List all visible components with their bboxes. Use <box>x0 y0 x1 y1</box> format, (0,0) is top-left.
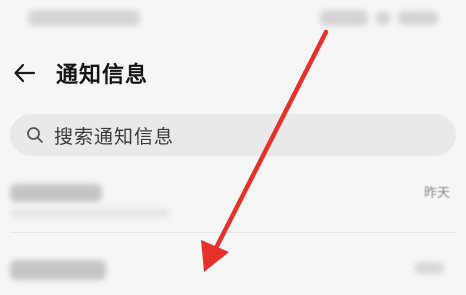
battery-icon <box>398 11 438 25</box>
list-item-time: 昨天 <box>423 186 450 201</box>
page-title: 通知信息 <box>56 63 149 88</box>
divider <box>10 232 456 233</box>
search-icon <box>27 127 43 143</box>
list-item-subtitle-blurred <box>10 208 170 218</box>
notification-screen: 通知信息 搜索通知信息 昨天 <box>0 0 466 295</box>
back-button[interactable] <box>8 56 42 90</box>
arrow-left-icon <box>14 63 36 83</box>
page-header: 通知信息 <box>0 48 466 96</box>
list-item-title-blurred <box>10 260 106 280</box>
status-bar <box>0 0 466 36</box>
list-item[interactable]: 昨天 <box>0 172 466 232</box>
status-bar-left-blurred <box>28 10 140 26</box>
status-bar-indicators-blurred <box>320 10 368 26</box>
list-item-time-blurred <box>414 262 444 274</box>
list-item-title-blurred <box>10 184 102 202</box>
signal-icon <box>376 11 390 25</box>
search-placeholder: 搜索通知信息 <box>54 125 175 148</box>
list-item[interactable] <box>0 248 466 295</box>
search-input[interactable]: 搜索通知信息 <box>10 114 456 156</box>
